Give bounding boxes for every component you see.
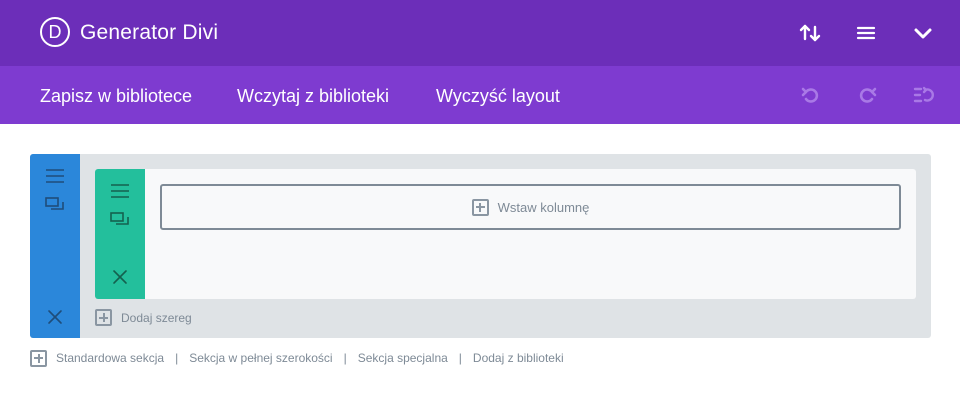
- add-section-links: Standardowa sekcja | Sekcja w pełnej sze…: [30, 348, 564, 368]
- special-section-link[interactable]: Sekcja specjalna: [358, 351, 448, 365]
- plus-icon: [471, 198, 489, 216]
- fullwidth-section-link[interactable]: Sekcja w pełnej szerokości: [189, 351, 332, 365]
- insert-column-label: Wstaw kolumnę: [497, 199, 590, 215]
- separator: |: [343, 351, 347, 365]
- history-icon[interactable]: [912, 84, 934, 106]
- standard-section-link[interactable]: Standardowa sekcja: [56, 351, 164, 365]
- app-title: Generator Divi: [80, 21, 219, 44]
- duplicate-icon[interactable]: [45, 196, 65, 212]
- hamburger-icon[interactable]: [45, 168, 65, 184]
- separator: |: [458, 351, 462, 365]
- add-row-label: Dodaj szereg: [121, 310, 192, 325]
- section-handle[interactable]: [30, 154, 80, 338]
- hamburger-menu-icon[interactable]: [853, 20, 879, 46]
- chevron-down-icon[interactable]: [910, 20, 936, 46]
- add-row-button[interactable]: Dodaj szereg: [95, 309, 192, 326]
- insert-column-button[interactable]: Wstaw kolumnę: [160, 184, 901, 230]
- row-handle[interactable]: [95, 169, 145, 299]
- builder-section: Wstaw kolumnę Dodaj szereg: [30, 154, 931, 338]
- builder-toolbar: Zapisz w bibliotece Wczytaj z biblioteki…: [0, 66, 960, 124]
- save-to-library-button[interactable]: Zapisz w bibliotece: [40, 85, 192, 107]
- add-from-library-link[interactable]: Dodaj z biblioteki: [473, 351, 564, 365]
- builder-row: Wstaw kolumnę: [95, 169, 916, 299]
- clear-layout-button[interactable]: Wyczyść layout: [436, 85, 560, 107]
- insert-column-content: Wstaw kolumnę: [162, 186, 899, 228]
- sort-arrows-icon[interactable]: [797, 20, 823, 46]
- close-icon[interactable]: [47, 309, 63, 325]
- plus-icon: [95, 309, 112, 326]
- separator: |: [175, 351, 179, 365]
- duplicate-icon[interactable]: [110, 211, 130, 227]
- divi-logo: D: [40, 17, 70, 47]
- hamburger-icon[interactable]: [110, 183, 130, 199]
- close-icon[interactable]: [112, 269, 128, 285]
- load-from-library-button[interactable]: Wczytaj z biblioteki: [237, 85, 389, 107]
- plus-icon: [30, 349, 47, 367]
- undo-icon[interactable]: [800, 84, 822, 106]
- redo-icon[interactable]: [856, 84, 878, 106]
- builder-header: D Generator Divi: [0, 0, 960, 66]
- divi-builder: D Generator Divi Zapisz w bibliotece Wcz…: [0, 0, 960, 395]
